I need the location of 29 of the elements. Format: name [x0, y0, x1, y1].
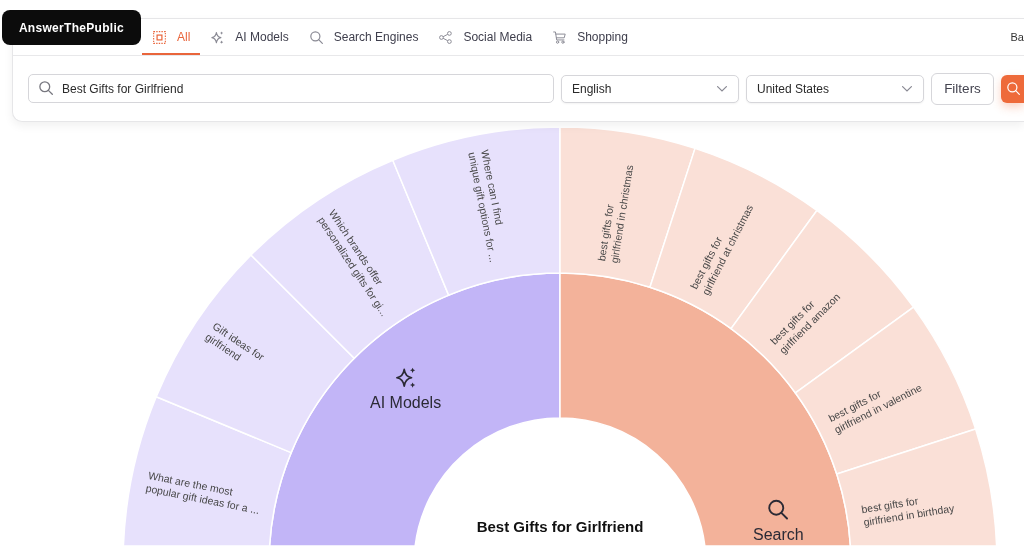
- search-icon: [768, 499, 789, 520]
- category-tab[interactable]: Search Engines: [298, 19, 429, 55]
- suggestion-label: best gifts for girlfriend in birthday: [860, 493, 955, 529]
- suggestion-label: best gifts for girlfriend in christmas: [595, 162, 637, 264]
- language-dropdown[interactable]: English: [561, 74, 739, 103]
- nav-link[interactable]: Ba: [1010, 31, 1024, 43]
- sparkle-icon: [395, 367, 416, 388]
- search-field[interactable]: Best Gifts for Girlfriend: [28, 74, 554, 103]
- category-tab[interactable]: Shopping: [542, 19, 638, 55]
- chevron-down-icon: [717, 85, 727, 92]
- dotted-square-icon: [153, 30, 166, 44]
- suggestion-label: Where can I find unique gift options for ...: [465, 148, 507, 264]
- cart-icon: [553, 30, 567, 44]
- search-icon: [309, 30, 323, 44]
- chevron-down-icon: [902, 85, 912, 92]
- category-label: Search: [753, 526, 804, 544]
- search-button[interactable]: [1001, 74, 1024, 103]
- category-tab[interactable]: Social Media: [428, 19, 543, 55]
- search-icon: [1007, 82, 1020, 95]
- category-tab[interactable]: AI Models: [200, 19, 299, 55]
- search-icon: [39, 81, 53, 95]
- chart-title: Best Gifts for Girlfriend: [476, 517, 644, 535]
- filters-button[interactable]: Filters: [931, 72, 994, 105]
- share-icon: [439, 30, 453, 44]
- logo[interactable]: AnswerThePublic: [2, 10, 141, 45]
- suggestion-label: What are the most popular gift ideas for a ...: [144, 469, 262, 518]
- category-label: AI Models: [370, 394, 442, 412]
- sparkle-icon: [211, 30, 225, 44]
- country-dropdown[interactable]: United States: [746, 74, 924, 103]
